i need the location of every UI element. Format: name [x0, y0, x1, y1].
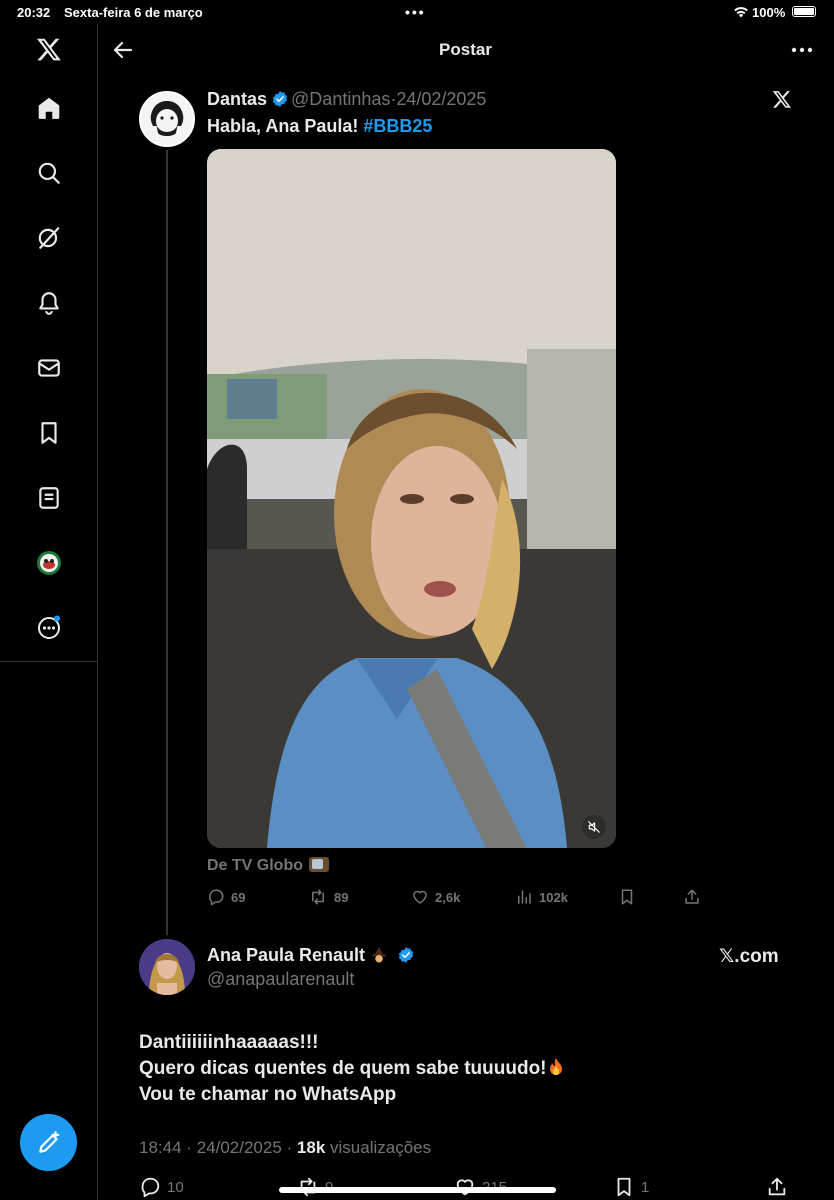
tweet-line-2: Quero dicas quentes de quem sabe tuuuudo… [139, 1058, 547, 1079]
dot-separator: · [186, 1138, 192, 1157]
compose-button[interactable] [20, 1114, 77, 1171]
tweet-line-3: Vou te chamar no WhatsApp [139, 1084, 397, 1105]
quoted-tweet-header: Dantas @Dantinhas·24/02/2025 [207, 89, 486, 110]
search-icon[interactable] [36, 160, 62, 186]
hashtag-link[interactable]: #BBB25 [363, 116, 432, 136]
reply-button[interactable]: 10 [139, 1176, 184, 1198]
battery-percent: 100% [752, 5, 786, 20]
views-label: visualizações [330, 1138, 432, 1157]
tweet-meta: 18:44 · 24/02/2025 · 18k visualizações [139, 1138, 431, 1158]
reply-icon [209, 889, 224, 906]
thread-line [166, 150, 168, 935]
fire-emoji-icon [549, 1058, 563, 1076]
reply-icon [141, 1177, 160, 1198]
compose-icon [38, 1130, 59, 1153]
home-icon[interactable] [36, 95, 62, 121]
share-icon [685, 889, 699, 904]
author-handle[interactable]: @anapaularenault [207, 969, 354, 990]
multitask-dots[interactable]: ••• [405, 4, 426, 20]
author-name-row: Ana Paula Renault [207, 945, 417, 966]
views-count: 102k [539, 889, 568, 905]
reply-count: 10 [167, 1178, 184, 1196]
home-indicator[interactable] [279, 1187, 556, 1193]
dantas-avatar[interactable] [139, 91, 195, 147]
tweet-text: Habla, Ana Paula! [207, 116, 364, 136]
status-time: 20:32 [17, 5, 51, 20]
tweet-body: Dantiiiiiinhaaaaas!!! Quero dicas quente… [139, 1030, 563, 1108]
bookmark-icon [617, 1177, 631, 1197]
bookmark-count: 1 [641, 1178, 650, 1196]
tweet-date[interactable]: 24/02/2025 [396, 89, 486, 109]
author-name[interactable]: Ana Paula Renault [207, 945, 365, 965]
bell-icon[interactable] [36, 290, 62, 316]
like-button[interactable]: 2,6k [411, 888, 460, 906]
bookmark-icon [621, 889, 633, 905]
more-options-icon[interactable] [790, 40, 814, 60]
status-bar: 20:32 Sexta-feira 6 de março ••• 100% [0, 0, 834, 24]
quoted-tweet-text: Habla, Ana Paula! #BBB25 [207, 116, 432, 137]
retweet-count: 89 [334, 889, 349, 905]
grok-icon[interactable] [36, 225, 62, 251]
verified-badge-icon [397, 946, 415, 964]
source-label: De TV Globo [207, 857, 303, 874]
tv-icon [309, 857, 329, 872]
sidebar-divider [0, 661, 97, 662]
reply-button[interactable]: 69 [207, 888, 245, 906]
like-count: 2,6k [435, 889, 461, 905]
dot-separator: · [286, 1138, 293, 1157]
retweet-icon [312, 889, 324, 905]
share-icon [768, 1177, 786, 1196]
profile-avatar[interactable] [36, 550, 62, 576]
battery-icon [792, 6, 816, 17]
reply-count: 69 [231, 889, 246, 905]
witch-emoji-icon [370, 946, 388, 964]
author-handle[interactable]: @Dantinhas [291, 89, 390, 109]
mail-icon[interactable] [36, 355, 62, 381]
sidebar [0, 24, 98, 1200]
video-source[interactable]: De TV Globo [207, 857, 329, 875]
mute-icon[interactable] [582, 815, 606, 839]
bookmark-button[interactable] [618, 888, 636, 906]
analytics-icon [518, 890, 531, 904]
tweet-line-1: Dantiiiiiinhaaaaas!!! [139, 1032, 319, 1053]
wifi-icon [733, 6, 749, 18]
views-button[interactable]: 102k [515, 888, 568, 906]
tweet-time[interactable]: 18:44 [139, 1138, 182, 1157]
list-icon[interactable] [36, 485, 62, 511]
bookmark-icon[interactable] [36, 420, 62, 446]
x-com-link[interactable]: 𝕏.com [719, 945, 779, 968]
ana-paula-avatar[interactable] [139, 939, 195, 995]
more-icon[interactable] [36, 615, 62, 641]
bookmark-button[interactable]: 1 [613, 1176, 649, 1198]
x-logo-icon[interactable] [772, 89, 792, 109]
share-button[interactable] [683, 888, 701, 906]
share-button[interactable] [766, 1176, 788, 1198]
heart-icon [413, 890, 427, 904]
page-title: Postar [439, 40, 492, 59]
verified-badge-icon [271, 90, 289, 108]
status-date: Sexta-feira 6 de março [64, 5, 203, 20]
author-name[interactable]: Dantas [207, 89, 267, 109]
video-media[interactable] [207, 149, 616, 848]
tweet-line-2-wrap: Quero dicas quentes de quem sabe tuuuudo… [139, 1056, 563, 1082]
tweet-date[interactable]: 24/02/2025 [197, 1138, 282, 1157]
views-count: 18k [296, 1138, 326, 1157]
retweet-button[interactable]: 89 [308, 888, 348, 906]
